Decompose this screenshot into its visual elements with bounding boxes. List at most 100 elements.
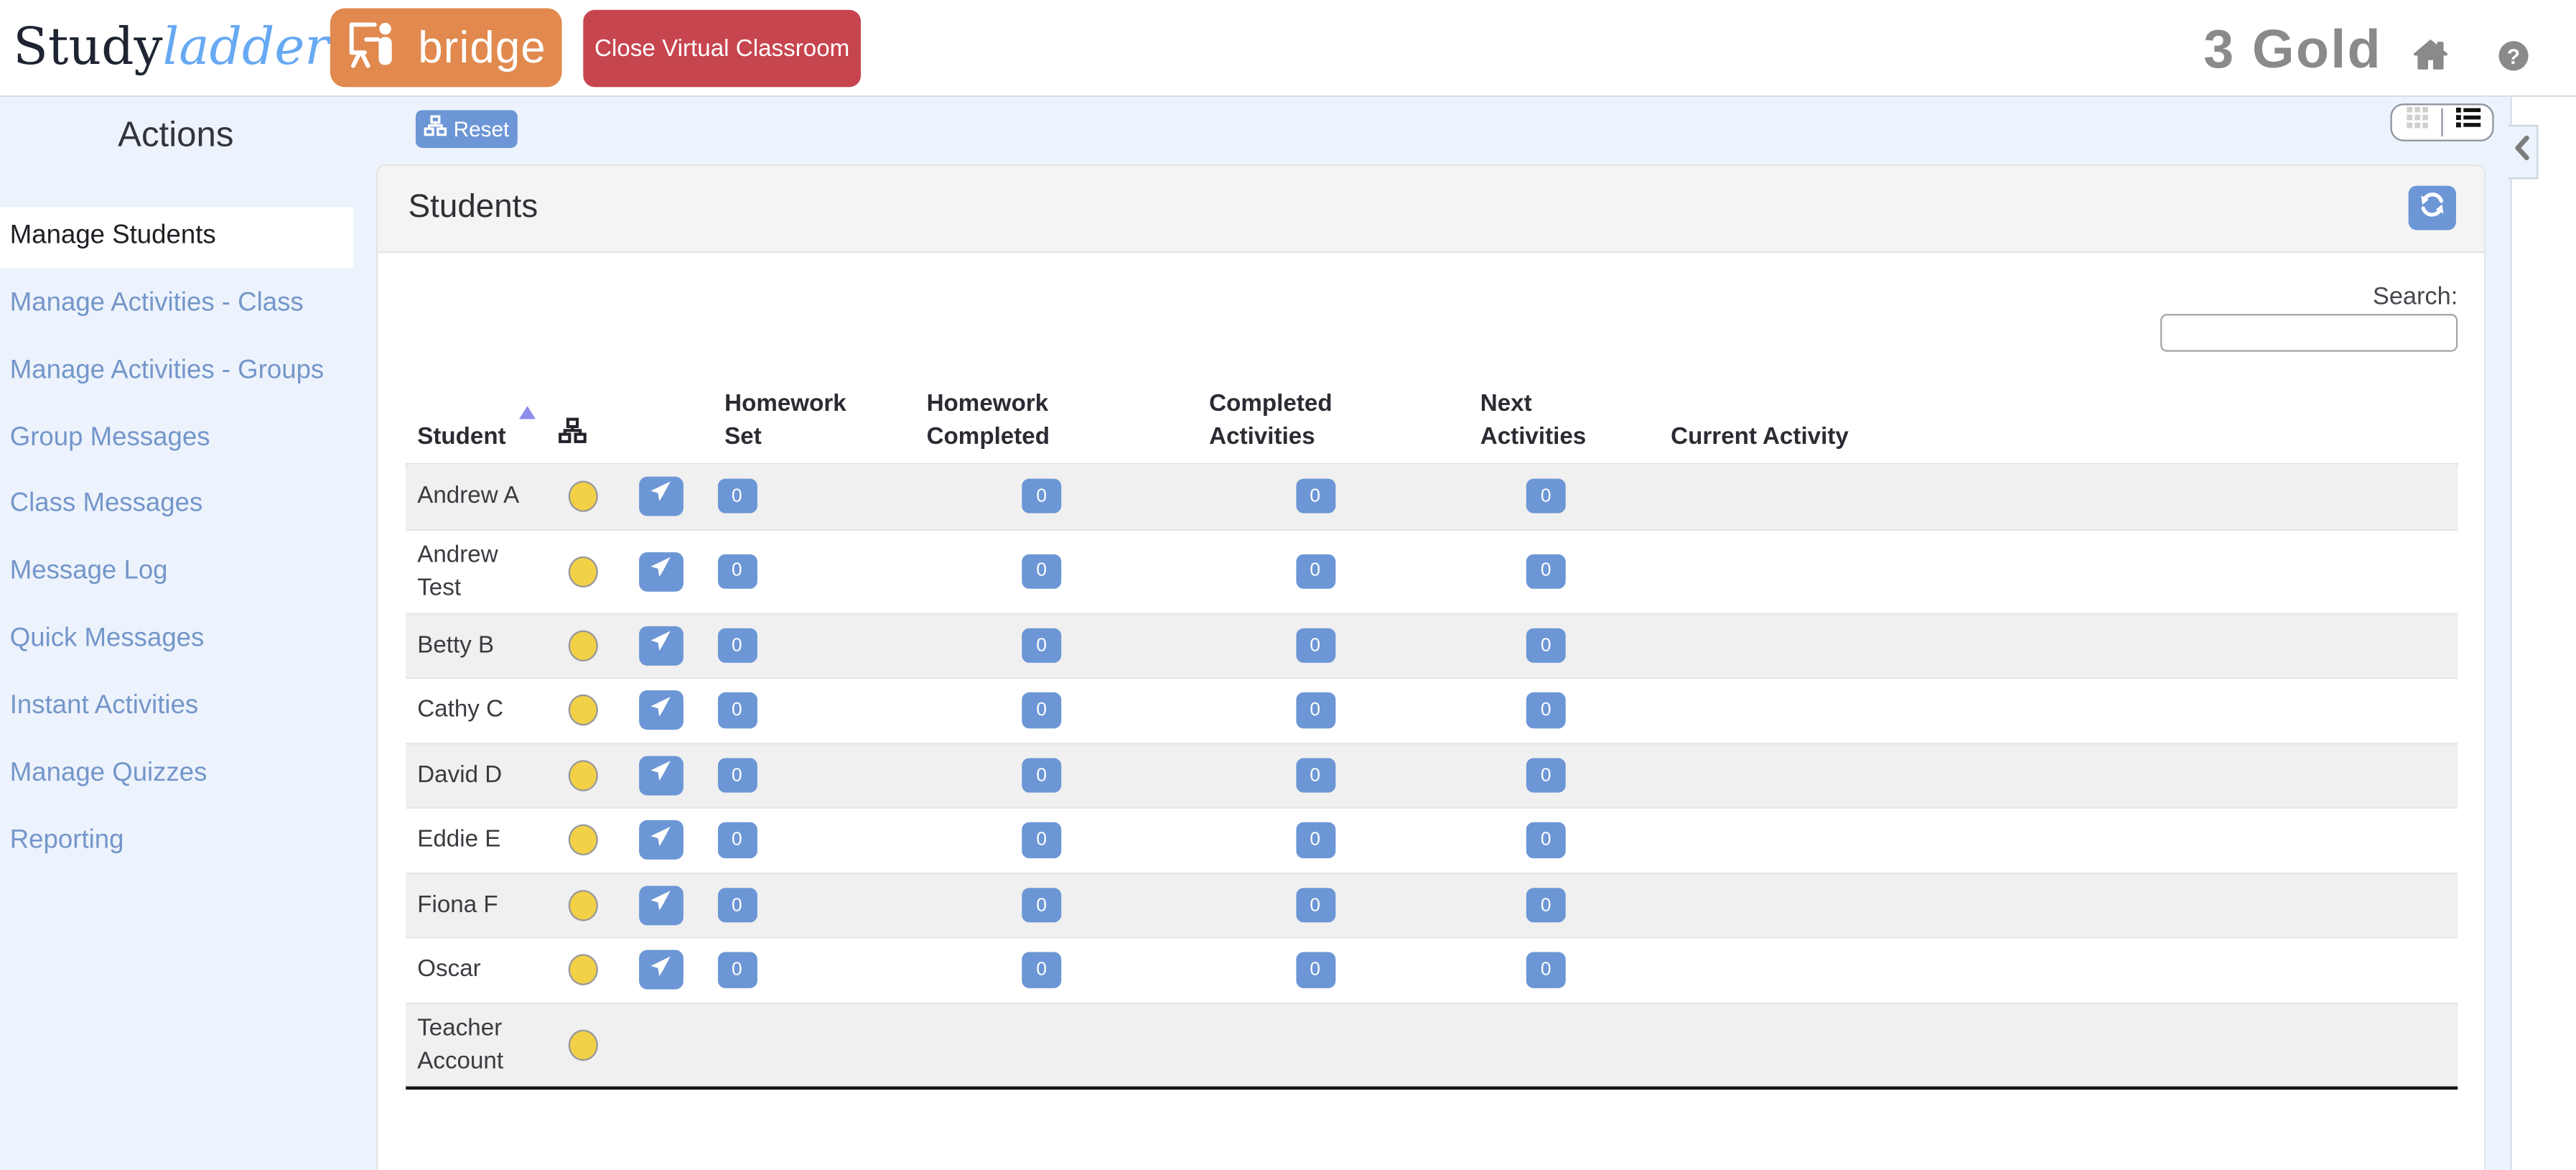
close-virtual-classroom-button[interactable]: Close Virtual Classroom <box>583 10 861 88</box>
sidebar-item-group-messages[interactable]: Group Messages <box>10 423 210 456</box>
homework-completed-count[interactable]: 0 <box>1022 888 1061 923</box>
studyladder-logo[interactable]: Studyladder <box>13 17 329 79</box>
sidebar-item-reporting[interactable]: Reporting <box>10 827 124 860</box>
completed-activities-count[interactable]: 0 <box>1295 628 1335 663</box>
close-button-label: Close Virtual Classroom <box>594 35 849 62</box>
next-activities-count[interactable]: 0 <box>1526 478 1566 514</box>
next-activities-count[interactable]: 0 <box>1526 628 1566 663</box>
status-dot <box>568 760 597 791</box>
student-name: Eddie E <box>417 824 545 857</box>
homework-completed-count[interactable]: 0 <box>1022 758 1061 793</box>
homework-completed-count[interactable]: 0 <box>1022 554 1061 589</box>
refresh-icon <box>2418 190 2446 226</box>
column-header-student[interactable]: Student <box>417 422 505 455</box>
homework-set-count[interactable]: 0 <box>717 628 757 663</box>
homework-set-count[interactable]: 0 <box>717 758 757 793</box>
column-header-current-activity[interactable]: Current Activity <box>1671 422 1900 455</box>
home-icon[interactable] <box>2412 38 2450 80</box>
students-panel: Students Search: <box>375 164 2486 1170</box>
completed-activities-count[interactable]: 0 <box>1295 822 1335 858</box>
sitemap-column-icon[interactable] <box>559 417 587 452</box>
next-activities-count[interactable]: 0 <box>1526 758 1566 793</box>
next-activities-count[interactable]: 0 <box>1526 822 1566 858</box>
send-message-button[interactable] <box>638 820 683 860</box>
status-dot <box>568 480 597 511</box>
completed-activities-count[interactable]: 0 <box>1295 758 1335 793</box>
column-header-next-activities[interactable]: Next Activities <box>1480 388 1605 455</box>
grid-view-button[interactable] <box>2392 104 2442 139</box>
view-toggle <box>2390 103 2493 141</box>
students-table-body: Andrew A 0 0 0 0 Andrew Test 0 0 0 0 <box>406 463 2457 1089</box>
column-header-homework-completed[interactable]: Homework Completed <box>927 388 1085 455</box>
next-activities-count[interactable]: 0 <box>1526 693 1566 728</box>
list-view-button[interactable] <box>2443 104 2493 139</box>
send-message-button[interactable] <box>638 950 683 990</box>
column-header-completed-activities[interactable]: Completed Activities <box>1209 388 1367 455</box>
sidebar-item-manage-students[interactable]: Manage Students <box>0 207 353 267</box>
homework-completed-count[interactable]: 0 <box>1022 952 1061 988</box>
sidebar-item-quick-messages[interactable]: Quick Messages <box>10 625 205 658</box>
sidebar-item-manage-activities-class[interactable]: Manage Activities - Class <box>10 289 304 322</box>
next-activities-count[interactable]: 0 <box>1526 888 1566 923</box>
sidebar-title: Actions <box>0 114 352 155</box>
homework-set-count[interactable]: 0 <box>717 693 757 728</box>
collapse-panel-tab[interactable] <box>2508 124 2537 179</box>
sidebar-item-manage-activities-groups[interactable]: Manage Activities - Groups <box>10 357 325 390</box>
homework-set-count[interactable]: 0 <box>717 888 757 923</box>
sidebar-item-instant-activities[interactable]: Instant Activities <box>10 692 199 725</box>
send-message-button[interactable] <box>638 626 683 665</box>
column-header-homework-set[interactable]: Homework Set <box>724 388 862 455</box>
completed-activities-count[interactable]: 0 <box>1295 478 1335 514</box>
send-message-button[interactable] <box>638 756 683 795</box>
student-name: David D <box>417 759 545 792</box>
completed-activities-count[interactable]: 0 <box>1295 888 1335 923</box>
paper-plane-icon <box>649 695 672 725</box>
class-name: 3 Gold <box>2144 18 2382 80</box>
bridge-button-label: bridge <box>418 22 546 73</box>
send-message-button[interactable] <box>638 552 683 591</box>
send-message-button[interactable] <box>638 691 683 730</box>
sidebar-item-manage-quizzes[interactable]: Manage Quizzes <box>10 759 207 792</box>
paper-plane-icon <box>649 890 672 921</box>
student-row: Teacher Account <box>406 1002 2457 1086</box>
reset-button-label: Reset <box>454 116 510 140</box>
status-dot <box>568 1029 597 1059</box>
students-panel-header: Students <box>377 166 2484 253</box>
next-activities-count[interactable]: 0 <box>1526 554 1566 589</box>
homework-completed-count[interactable]: 0 <box>1022 478 1061 514</box>
sidebar-item-message-log[interactable]: Message Log <box>10 557 168 590</box>
homework-completed-count[interactable]: 0 <box>1022 822 1061 858</box>
sitemap-icon <box>424 115 447 141</box>
presenter-board-icon <box>346 17 405 78</box>
student-name: Fiona F <box>417 888 545 921</box>
homework-set-count[interactable]: 0 <box>717 478 757 514</box>
search-label: Search: <box>2373 283 2458 311</box>
status-dot <box>568 825 597 855</box>
homework-completed-count[interactable]: 0 <box>1022 693 1061 728</box>
completed-activities-count[interactable]: 0 <box>1295 693 1335 728</box>
homework-set-count[interactable]: 0 <box>717 554 757 589</box>
sort-asc-icon <box>519 406 536 419</box>
send-message-button[interactable] <box>638 886 683 925</box>
sidebar-item-class-messages[interactable]: Class Messages <box>10 490 203 523</box>
homework-completed-count[interactable]: 0 <box>1022 628 1061 663</box>
student-row: Oscar 0 0 0 0 <box>406 937 2457 1001</box>
logo-study: Study <box>13 18 162 77</box>
send-message-button[interactable] <box>638 476 683 516</box>
help-icon[interactable]: ? <box>2498 41 2528 70</box>
completed-activities-count[interactable]: 0 <box>1295 952 1335 988</box>
student-row: Betty B 0 0 0 0 <box>406 612 2457 677</box>
chevron-left-icon <box>2514 134 2530 168</box>
next-activities-count[interactable]: 0 <box>1526 952 1566 988</box>
homework-set-count[interactable]: 0 <box>717 822 757 858</box>
refresh-button[interactable] <box>2409 186 2456 231</box>
bridge-button[interactable]: bridge <box>330 8 562 87</box>
reset-button[interactable]: Reset <box>416 109 518 147</box>
search-input[interactable] <box>2160 314 2458 352</box>
homework-set-count[interactable]: 0 <box>717 952 757 988</box>
completed-activities-count[interactable]: 0 <box>1295 554 1335 589</box>
top-bar: Studyladder bridge Close Virtual Class <box>0 0 2576 97</box>
list-view-icon <box>2455 107 2480 136</box>
paper-plane-icon <box>649 955 672 985</box>
status-dot <box>568 695 597 725</box>
